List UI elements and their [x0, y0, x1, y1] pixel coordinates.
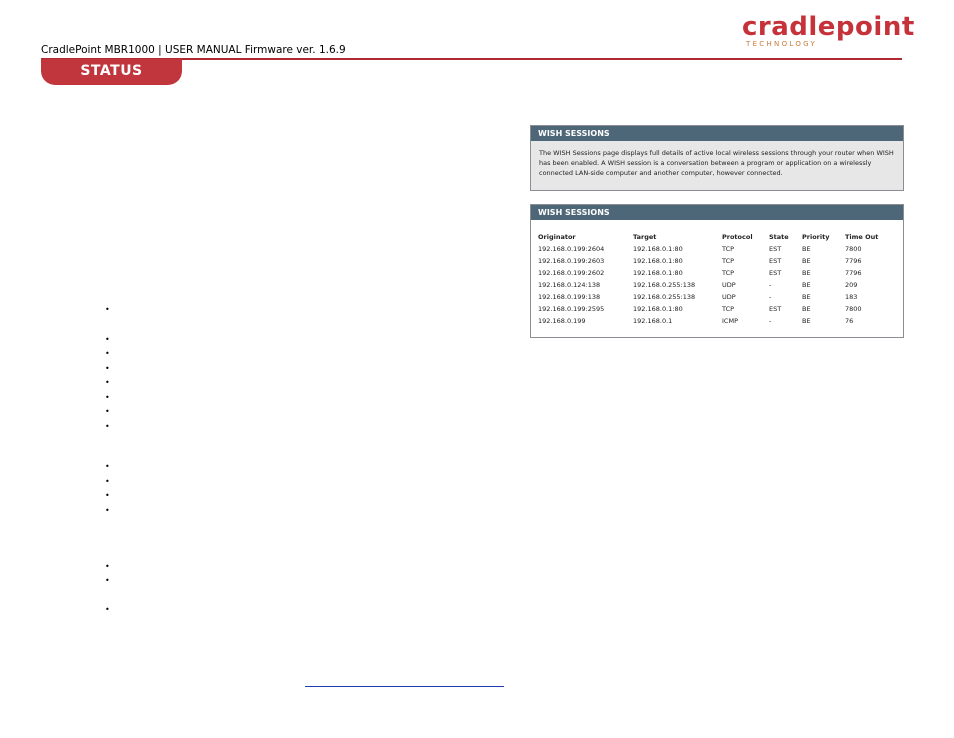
sessions-panel-title: WISH SESSIONS — [531, 205, 903, 220]
cell-originator: 192.168.0.199:2602 — [538, 269, 605, 277]
cell-priority: BE — [802, 245, 811, 253]
bullet-icon: • — [105, 477, 110, 486]
cell-target: 192.168.0.255:138 — [633, 293, 696, 301]
bullet-icon: • — [105, 407, 110, 416]
cell-timeout: 7796 — [845, 257, 862, 265]
bullet-icon: • — [105, 462, 110, 471]
table-row: 192.168.0.199:138 192.168.0.255:138 UDP … — [538, 291, 895, 303]
cell-originator: 192.168.0.199:138 — [538, 293, 601, 301]
cell-originator: 192.168.0.199:2604 — [538, 245, 605, 253]
cell-state: EST — [769, 257, 782, 265]
cell-state: EST — [769, 245, 782, 253]
info-panel-title: WISH SESSIONS — [531, 126, 903, 141]
col-originator: Originator — [538, 233, 576, 241]
bullet-icon: • — [105, 335, 110, 344]
cell-target: 192.168.0.255:138 — [633, 281, 696, 289]
bullet-icon: • — [105, 605, 110, 614]
col-protocol: Protocol — [722, 233, 753, 241]
cell-timeout: 183 — [845, 293, 858, 301]
wish-sessions-panel: WISH SESSIONS Originator Target Protocol… — [530, 204, 904, 338]
wish-info-panel: WISH SESSIONS The WISH Sessions page dis… — [530, 125, 904, 191]
logo-tagline: TECHNOLOGY — [746, 40, 818, 48]
cell-target: 192.168.0.1 — [633, 317, 673, 325]
table-row: 192.168.0.199 192.168.0.1 ICMP - BE 76 — [538, 315, 895, 327]
table-row: 192.168.0.199:2595 192.168.0.1:80 TCP ES… — [538, 303, 895, 315]
bullet-icon: • — [105, 378, 110, 387]
bullet-icon: • — [105, 349, 110, 358]
col-timeout: Time Out — [845, 233, 879, 241]
col-state: State — [769, 233, 789, 241]
cell-protocol: ICMP — [722, 317, 738, 325]
cell-timeout: 76 — [845, 317, 854, 325]
cell-protocol: TCP — [722, 245, 735, 253]
cell-state: - — [769, 281, 772, 289]
cell-target: 192.168.0.1:80 — [633, 245, 683, 253]
section-tab-label: STATUS — [80, 63, 143, 79]
cell-protocol: TCP — [722, 269, 735, 277]
section-tab: STATUS — [41, 59, 182, 85]
cell-priority: BE — [802, 317, 811, 325]
cell-state: EST — [769, 269, 782, 277]
cell-state: - — [769, 317, 772, 325]
cell-target: 192.168.0.1:80 — [633, 305, 683, 313]
cell-priority: BE — [802, 257, 811, 265]
bullet-icon: • — [105, 393, 110, 402]
cell-timeout: 7796 — [845, 269, 862, 277]
cell-originator: 192.168.0.199:2595 — [538, 305, 605, 313]
bullet-icon: • — [105, 506, 110, 515]
cell-protocol: TCP — [722, 305, 735, 313]
bullet-icon: • — [105, 491, 110, 500]
sessions-table-header: Originator Target Protocol State Priorit… — [538, 231, 895, 243]
bullet-icon: • — [105, 576, 110, 585]
table-row: 192.168.0.124:138 192.168.0.255:138 UDP … — [538, 279, 895, 291]
cell-timeout: 7800 — [845, 245, 862, 253]
cell-target: 192.168.0.1:80 — [633, 257, 683, 265]
cell-state: EST — [769, 305, 782, 313]
cell-timeout: 209 — [845, 281, 858, 289]
cell-protocol: TCP — [722, 257, 735, 265]
cell-originator: 192.168.0.124:138 — [538, 281, 601, 289]
cell-priority: BE — [802, 281, 811, 289]
cell-originator: 192.168.0.199:2603 — [538, 257, 605, 265]
col-target: Target — [633, 233, 657, 241]
col-priority: Priority — [802, 233, 830, 241]
bullet-icon: • — [105, 305, 110, 314]
cell-protocol: UDP — [722, 293, 736, 301]
logo-wordmark: cradlepoint — [742, 12, 915, 42]
sessions-table: Originator Target Protocol State Priorit… — [538, 231, 895, 327]
cell-timeout: 7800 — [845, 305, 862, 313]
document-header-title: CradlePoint MBR1000 | USER MANUAL Firmwa… — [41, 44, 346, 56]
hyperlink-underline[interactable] — [305, 686, 504, 687]
cradlepoint-logo: cradlepoint TECHNOLOGY — [742, 12, 915, 48]
table-row: 192.168.0.199:2602 192.168.0.1:80 TCP ES… — [538, 267, 895, 279]
table-row: 192.168.0.199:2603 192.168.0.1:80 TCP ES… — [538, 255, 895, 267]
info-panel-description: The WISH Sessions page displays full det… — [539, 149, 894, 177]
cell-priority: BE — [802, 305, 811, 313]
cell-target: 192.168.0.1:80 — [633, 269, 683, 277]
bullet-icon: • — [105, 364, 110, 373]
cell-originator: 192.168.0.199 — [538, 317, 586, 325]
cell-protocol: UDP — [722, 281, 736, 289]
bullet-icon: • — [105, 562, 110, 571]
cell-priority: BE — [802, 269, 811, 277]
table-row: 192.168.0.199:2604 192.168.0.1:80 TCP ES… — [538, 243, 895, 255]
cell-priority: BE — [802, 293, 811, 301]
bullet-icon: • — [105, 422, 110, 431]
cell-state: - — [769, 293, 772, 301]
